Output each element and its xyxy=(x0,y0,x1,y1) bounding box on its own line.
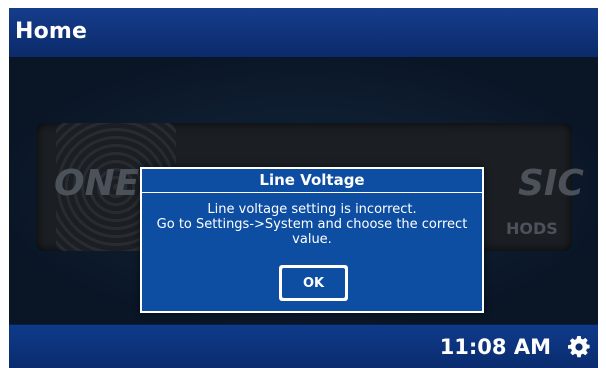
dialog-message-line: Line voltage setting is incorrect. xyxy=(207,202,417,217)
logo-sub-word: HODS xyxy=(506,219,558,238)
dialog-message: Line voltage setting is incorrect. Go to… xyxy=(142,202,482,247)
footer-bar: 11:08 AM xyxy=(9,324,598,368)
ok-button-label: OK xyxy=(282,268,345,298)
logo-right-word: SIC xyxy=(518,163,584,204)
dialog-message-line: value. xyxy=(292,232,332,247)
page-title: Home xyxy=(15,19,88,44)
screen: Home ONE SIC HODS Line Voltage Line volt… xyxy=(9,8,598,368)
dialog-title: Line Voltage xyxy=(142,169,482,193)
dialog-message-line: Go to Settings->System and choose the co… xyxy=(156,217,468,232)
clock-display: 11:08 AM xyxy=(439,335,551,359)
ok-button[interactable]: OK xyxy=(279,265,348,301)
line-voltage-dialog: Line Voltage Line voltage setting is inc… xyxy=(140,167,484,313)
home-content: ONE SIC HODS Line Voltage Line voltage s… xyxy=(9,57,598,324)
logo-left-word: ONE xyxy=(54,163,140,204)
header-bar: Home xyxy=(9,8,598,58)
gear-icon[interactable] xyxy=(567,335,591,359)
